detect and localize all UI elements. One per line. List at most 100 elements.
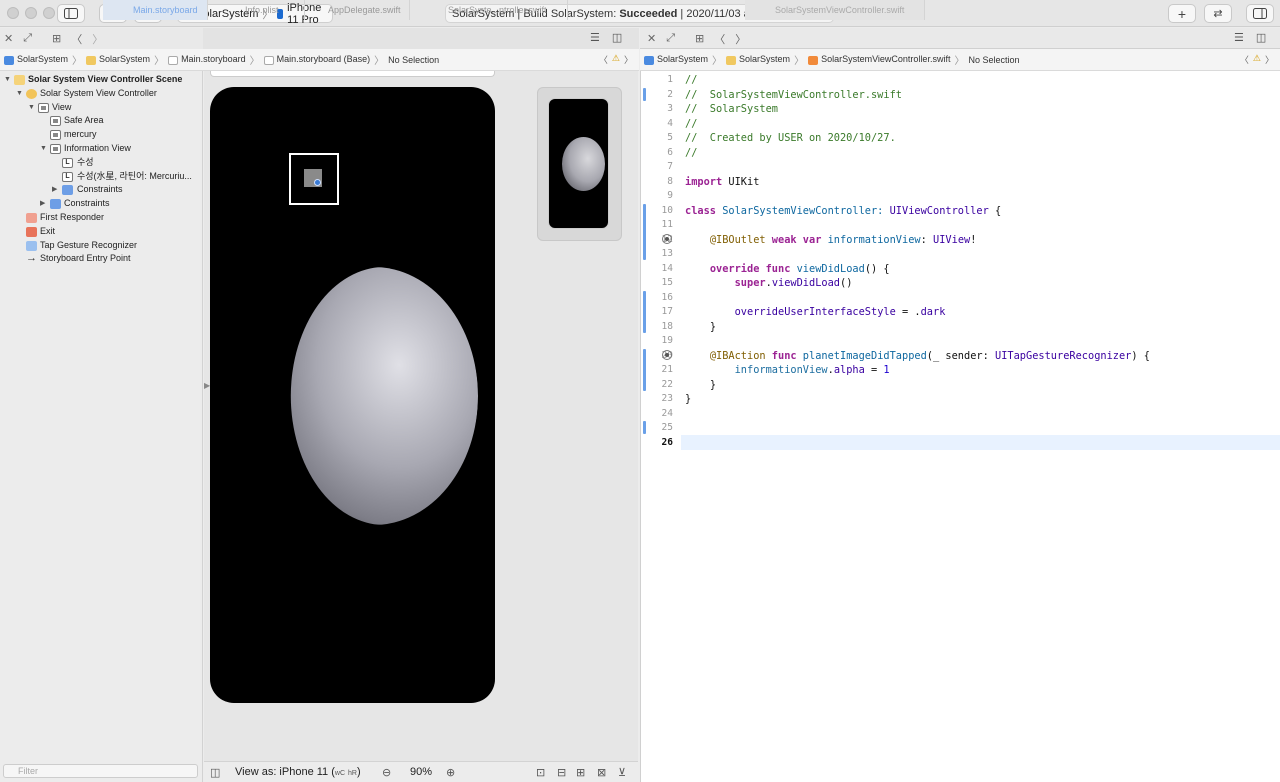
jump-file[interactable]: Main.storyboard: [168, 54, 246, 65]
tree-item-constraints-inner[interactable]: ▶ Constraints: [0, 183, 202, 197]
split-icon[interactable]: ◫: [1256, 31, 1266, 44]
tree-item-controller[interactable]: ▼ Solar System View Controller: [0, 87, 202, 101]
source-editor[interactable]: 1 2 3 4 5 6 7 8 9 10 11 12 13 14 15 16 1…: [640, 71, 1280, 782]
outline-tree: ▼ Solar System View Controller Scene ▼ S…: [0, 71, 202, 266]
tree-item-scene[interactable]: ▼ Solar System View Controller Scene: [0, 73, 202, 87]
outline-toggle-icon[interactable]: ◫: [210, 766, 220, 779]
left-editor-controls: ✕ ⤢ ⊞ 〈 〉: [4, 28, 103, 49]
tab-main-storyboard[interactable]: Main.storyboard: [103, 0, 208, 20]
chevron-right-icon[interactable]: 〉: [92, 31, 103, 47]
constraints-icon: [62, 185, 73, 196]
inspector-toggle-button[interactable]: [1246, 4, 1274, 23]
align-icon[interactable]: ⊟: [557, 766, 566, 779]
change-marker[interactable]: [643, 204, 646, 260]
outline-filter-field[interactable]: Filter: [3, 764, 198, 778]
tree-label: Tap Gesture Recognizer: [40, 239, 138, 250]
chevron-left-icon[interactable]: 〈: [1240, 53, 1249, 66]
code-line: super.viewDidLoad(): [685, 276, 853, 291]
line-number-gutter[interactable]: 1 2 3 4 5 6 7 8 9 10 11 12 13 14 15 16 1…: [641, 71, 681, 782]
tree-label: Solar System View Controller: [40, 87, 157, 98]
jump-project[interactable]: SolarSystem: [644, 54, 708, 65]
tab-solar-system-controller-swift[interactable]: SolarSystemViewController.swift: [745, 0, 925, 20]
expand-icon[interactable]: ⤢: [666, 32, 675, 45]
jump-selection[interactable]: No Selection: [968, 55, 1019, 65]
tree-item-first-responder[interactable]: First Responder: [0, 211, 202, 225]
tree-item-entry-point[interactable]: → Storyboard Entry Point: [0, 252, 202, 266]
navigator-toggle-button[interactable]: [57, 4, 85, 23]
selection-handle-icon: [314, 179, 321, 186]
sidebar-left-icon: [64, 8, 78, 19]
information-view[interactable]: [289, 153, 339, 205]
line-number: 9: [667, 190, 673, 201]
chevron-right-icon[interactable]: 〉: [624, 53, 633, 66]
warning-icon[interactable]: ⚠: [1253, 53, 1261, 66]
code-review-button[interactable]: ⇄: [1204, 4, 1232, 23]
action-connection-icon[interactable]: [662, 350, 672, 360]
chevron-left-icon[interactable]: 〈: [599, 53, 608, 66]
device-frame[interactable]: [210, 87, 495, 703]
tree-item-information-view[interactable]: ▼ Information View: [0, 142, 202, 156]
expand-icon[interactable]: ⤢: [23, 32, 32, 45]
jump-project[interactable]: SolarSystem: [4, 54, 68, 65]
disclosure-down-icon: ▼: [4, 76, 11, 83]
add-constraints-icon[interactable]: ⊞: [576, 766, 585, 779]
tree-item-tap-gesture[interactable]: Tap Gesture Recognizer: [0, 239, 202, 253]
code-token: UIView: [933, 233, 971, 246]
tab-info-plist[interactable]: Info.plist: [215, 0, 305, 20]
update-frames-icon[interactable]: ⊡: [536, 766, 545, 779]
jump-file[interactable]: SolarSystemViewController.swift: [808, 54, 950, 65]
close-icon[interactable]: ✕: [4, 32, 13, 45]
zoom-in-icon[interactable]: ⊕: [446, 766, 455, 779]
lines-icon[interactable]: ☰: [590, 31, 600, 44]
jump-selection[interactable]: No Selection: [388, 55, 439, 65]
chevron-right-icon[interactable]: 〉: [1265, 53, 1274, 66]
lines-icon[interactable]: ☰: [1234, 31, 1244, 44]
change-marker[interactable]: [643, 88, 646, 101]
outlet-connection-icon[interactable]: [662, 234, 672, 244]
tree-label: Safe Area: [64, 115, 104, 126]
mercury-image[interactable]: [290, 267, 478, 525]
tree-item-label-title[interactable]: L 수성: [0, 156, 202, 170]
minimize-window-button[interactable]: [25, 7, 37, 19]
embed-icon[interactable]: ⊻: [618, 766, 626, 779]
device-config-button[interactable]: View as: iPhone 11 (wC hR): [235, 766, 361, 778]
zoom-level[interactable]: 90%: [410, 766, 432, 778]
tree-item-safe-area[interactable]: Safe Area: [0, 114, 202, 128]
chevron-left-icon[interactable]: 〈: [714, 31, 725, 47]
tab-app-delegate[interactable]: AppDelegate.swift: [298, 0, 410, 20]
tree-item-constraints-outer[interactable]: ▶ Constraints: [0, 197, 202, 211]
change-marker[interactable]: [643, 291, 646, 333]
status-result: Succeeded: [619, 7, 678, 20]
jump-folder[interactable]: SolarSystem: [86, 54, 150, 65]
chevron-right-icon[interactable]: 〉: [735, 31, 746, 47]
resize-handle-icon[interactable]: ▶: [204, 381, 210, 401]
line-number: 7: [667, 161, 673, 172]
close-icon[interactable]: ✕: [647, 32, 656, 45]
library-button[interactable]: +: [1168, 4, 1196, 23]
resolve-issues-icon[interactable]: ⊠: [597, 766, 606, 779]
change-marker[interactable]: [643, 421, 646, 434]
canvas-minimap[interactable]: [537, 87, 622, 241]
code-token: }: [709, 378, 717, 391]
jump-folder[interactable]: SolarSystem: [726, 54, 790, 65]
zoom-out-icon[interactable]: ⊖: [382, 766, 391, 779]
tree-item-mercury[interactable]: mercury: [0, 128, 202, 142]
tree-label: mercury: [64, 129, 97, 140]
grid-icon[interactable]: ⊞: [695, 32, 704, 45]
jump-variant[interactable]: Main.storyboard (Base): [263, 54, 370, 65]
split-icon[interactable]: ◫: [612, 31, 622, 44]
tree-item-view[interactable]: ▼ View: [0, 101, 202, 115]
tree-label: 수성(水星, 라틴어: Mercuriu...: [77, 170, 192, 181]
grid-icon[interactable]: ⊞: [52, 32, 61, 45]
line-number: 15: [661, 277, 673, 288]
tab-solar-system-controller[interactable]: SolarSyste...ntroller.swift: [418, 0, 568, 20]
tree-item-exit[interactable]: Exit: [0, 225, 202, 239]
interface-builder-canvas[interactable]: ▶: [204, 71, 638, 761]
tree-label: View: [52, 101, 72, 112]
chevron-left-icon[interactable]: 〈: [71, 31, 82, 47]
zoom-window-button[interactable]: [43, 7, 55, 19]
change-marker[interactable]: [643, 349, 646, 391]
close-window-button[interactable]: [7, 7, 19, 19]
warning-icon[interactable]: ⚠: [612, 53, 620, 66]
tree-item-label-description[interactable]: L 수성(水星, 라틴어: Mercuriu...: [0, 170, 202, 184]
